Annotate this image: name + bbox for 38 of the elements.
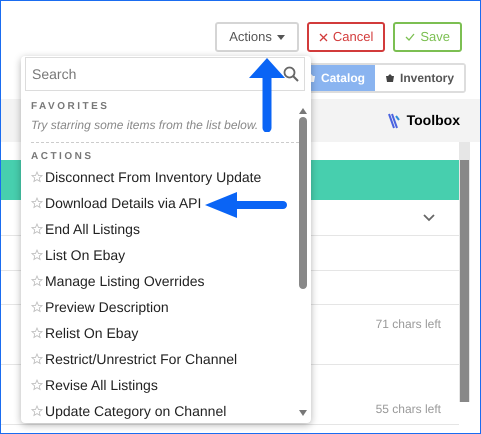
star-icon[interactable]: [31, 171, 43, 183]
menu-scrollbar[interactable]: [298, 108, 308, 418]
character-counter: 71 chars left: [376, 316, 441, 333]
menu-item[interactable]: Preview Description: [45, 296, 169, 318]
star-icon[interactable]: [31, 405, 43, 417]
scroll-down-icon: [299, 410, 307, 416]
character-counter: 55 chars left: [376, 401, 441, 418]
menu-item[interactable]: End All Listings: [45, 218, 140, 240]
star-icon[interactable]: [31, 353, 43, 365]
menu-item[interactable]: Update Category on Channel: [45, 400, 226, 422]
actions-dropdown-button[interactable]: Actions: [215, 22, 299, 52]
star-icon[interactable]: [31, 379, 43, 391]
menu-item[interactable]: List On Ebay: [45, 244, 126, 266]
menu-item[interactable]: Disconnect From Inventory Update: [45, 166, 262, 188]
toolbox-label[interactable]: Toolbox: [406, 110, 460, 131]
section-heading: ACTIONS: [31, 150, 94, 164]
search-field[interactable]: Search: [25, 57, 305, 91]
checkmark-icon: [405, 33, 416, 41]
star-icon[interactable]: [31, 301, 43, 313]
empty-favorites-hint: Try starring some items from the list below.: [31, 117, 260, 134]
star-icon[interactable]: [31, 327, 43, 339]
search-icon: [283, 66, 299, 82]
menu-item[interactable]: Restrict/Unrestrict For Channel: [45, 348, 238, 370]
menu-item[interactable]: Relist On Ebay: [45, 322, 138, 344]
menu-item[interactable]: Download Details via API: [45, 192, 202, 214]
caret-down-icon: [276, 34, 285, 40]
menu-item[interactable]: Manage Listing Overrides: [45, 270, 205, 292]
chevron-down-icon[interactable]: [423, 214, 435, 222]
section-heading: FAVORITES: [31, 100, 110, 114]
close-icon: [318, 32, 328, 42]
star-icon[interactable]: [31, 223, 43, 235]
star-icon[interactable]: [31, 197, 43, 209]
star-icon[interactable]: [31, 249, 43, 261]
menu-item[interactable]: Revise All Listings: [45, 374, 158, 396]
scroll-up-icon: [299, 108, 307, 114]
scrollbar[interactable]: [459, 142, 470, 402]
star-icon[interactable]: [31, 275, 43, 287]
cancel-button[interactable]: Cancel: [306, 22, 386, 52]
